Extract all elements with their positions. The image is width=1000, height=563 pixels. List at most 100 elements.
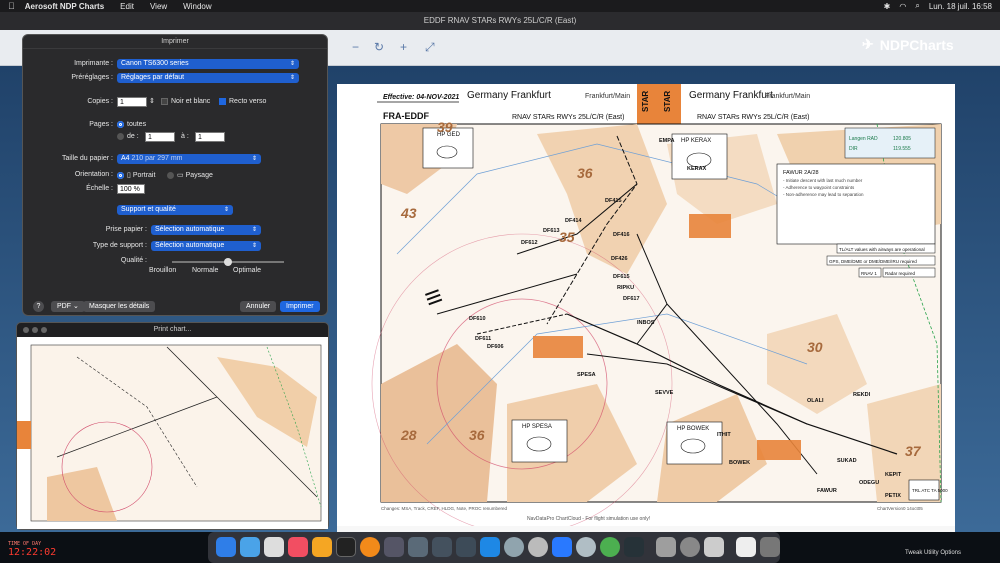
approach-chart: Effective: 04-NOV-2021 Germany Frankfurt… xyxy=(337,84,955,535)
noir-blanc-checkbox[interactable] xyxy=(161,98,168,105)
fix-label: DF416 xyxy=(613,232,630,238)
terminal-icon[interactable] xyxy=(336,537,356,557)
prise-label: Prise papier : xyxy=(105,226,147,233)
copies-field[interactable]: 1 xyxy=(117,97,147,107)
qualite-max: Optimale xyxy=(233,267,262,274)
minus-icon[interactable]: − xyxy=(352,40,359,54)
pages-to-field[interactable]: 1 xyxy=(195,132,225,142)
orange-app-icon[interactable] xyxy=(360,537,380,557)
fix-label: SEVVE xyxy=(655,390,674,396)
disk-icon[interactable] xyxy=(504,537,524,557)
instruments-icon[interactable] xyxy=(656,537,676,557)
chevron-updown-icon: ⇕ xyxy=(251,227,257,233)
prereglages-label: Préréglages : xyxy=(71,74,113,81)
photos-icon[interactable] xyxy=(264,537,284,557)
menu-view[interactable]: View xyxy=(150,2,167,11)
svg-text:- Adherence to waypoint constr: - Adherence to waypoint constraints xyxy=(783,185,855,190)
portrait-label: Portrait xyxy=(132,171,156,179)
hp-bowek: HP BOWEK xyxy=(677,426,709,432)
msa-number: 36 xyxy=(469,427,485,443)
sublime-icon[interactable] xyxy=(312,537,332,557)
freq-name-1: Langen RAD xyxy=(849,136,878,142)
safari-icon[interactable] xyxy=(240,537,260,557)
help-button[interactable]: ? xyxy=(33,301,44,312)
plane-app-icon-3[interactable] xyxy=(456,537,476,557)
globe-icon[interactable] xyxy=(528,537,548,557)
trash-icon[interactable] xyxy=(760,537,780,557)
imprimer-button[interactable]: Imprimer xyxy=(280,301,320,312)
prise-select[interactable]: Sélection automatique ⇕ xyxy=(151,225,261,235)
type-select[interactable]: Sélection automatique ⇕ xyxy=(151,241,261,251)
pages-from-field[interactable]: 1 xyxy=(145,132,175,142)
fit-icon[interactable]: ⤢ xyxy=(425,40,435,55)
pages-range-radio[interactable] xyxy=(117,133,124,140)
msa-number: 36 xyxy=(577,165,593,181)
echelle-field[interactable]: 100 % xyxy=(117,184,145,194)
target-icon[interactable] xyxy=(576,537,596,557)
plus-icon[interactable]: + xyxy=(400,40,407,54)
stepper-icon[interactable]: ⇕ xyxy=(149,97,155,105)
wifi-icon[interactable]: ◠ xyxy=(899,2,906,11)
note-rnav: RNAV 1 xyxy=(861,271,877,276)
paysage-radio[interactable] xyxy=(167,171,174,179)
rotate-icon[interactable]: ↻ xyxy=(374,40,384,54)
zoom-dot[interactable] xyxy=(41,327,47,333)
msa-number: 37 xyxy=(905,443,922,459)
freq-val-1: 120.805 xyxy=(893,136,911,142)
music-icon[interactable] xyxy=(288,537,308,557)
menu-window[interactable]: Window xyxy=(183,2,211,11)
prereglages-select[interactable]: Réglages par défaut ⇕ xyxy=(117,73,299,83)
copies-label: Copies : xyxy=(87,98,113,105)
apple-icon[interactable]:  xyxy=(8,1,15,11)
fix-label: ITHIT xyxy=(717,432,731,438)
plane-app-icon-2[interactable] xyxy=(432,537,452,557)
font-book-icon[interactable] xyxy=(704,537,724,557)
tweak-utility-options[interactable]: Tweak Utility Options xyxy=(905,550,961,556)
fix-label: OLALI xyxy=(807,398,824,404)
qualite-slider-knob[interactable] xyxy=(224,258,232,266)
pages-all-radio[interactable] xyxy=(117,121,124,128)
qualite-slider[interactable] xyxy=(172,258,284,266)
orientation-label: Orientation : xyxy=(74,171,113,178)
star-badge-2: STAR xyxy=(663,91,672,112)
pdf-button[interactable]: PDF ⌄ xyxy=(51,301,85,312)
system-prefs-icon[interactable] xyxy=(680,537,700,557)
taille-select[interactable]: A4 210 par 297 mm ⇕ xyxy=(117,154,261,164)
finder-icon[interactable] xyxy=(216,537,236,557)
chevron-updown-icon: ⇕ xyxy=(251,156,257,162)
pages-de-label: de : xyxy=(127,133,139,140)
chart-version: ChartVersion0 14oct05 xyxy=(877,506,923,511)
monitor-icon[interactable] xyxy=(624,537,644,557)
close-dot[interactable] xyxy=(23,327,29,333)
menubar-clock[interactable]: Lun. 18 juil. 16:58 xyxy=(929,2,992,11)
window-title: EDDF RNAV STARs RWYs 25L/C/R (East) xyxy=(0,12,1000,30)
freq-val-2: 119.555 xyxy=(893,146,911,152)
plane-app-icon[interactable] xyxy=(408,537,428,557)
recto-verso-checkbox[interactable] xyxy=(219,98,226,105)
bluetooth-icon[interactable]: ✱ xyxy=(884,2,891,11)
maps-icon[interactable] xyxy=(600,537,620,557)
fix-label: SPESA xyxy=(577,372,596,378)
search-icon[interactable]: ⌕ xyxy=(915,1,919,11)
fix-label: PETIX xyxy=(885,493,901,499)
note-radar: Radar required xyxy=(885,271,916,276)
app-icon-8[interactable] xyxy=(384,537,404,557)
support-qualite-select[interactable]: Support et qualité ⇕ xyxy=(117,205,233,215)
chevron-updown-icon: ⇕ xyxy=(223,207,229,213)
imprimante-select[interactable]: Canon TS6300 series ⇕ xyxy=(117,59,299,69)
menu-app[interactable]: Aerosoft NDP Charts xyxy=(25,2,104,11)
xplane-icon[interactable] xyxy=(480,537,500,557)
document-icon[interactable] xyxy=(736,537,756,557)
portrait-radio[interactable] xyxy=(117,171,124,179)
annuler-button[interactable]: Annuler xyxy=(240,301,277,312)
note-fawur: FAWUR 2A/28 xyxy=(783,170,819,176)
chevron-updown-icon: ⇕ xyxy=(251,243,257,249)
ndp-charts-icon[interactable] xyxy=(552,537,572,557)
chevron-updown-icon: ⇕ xyxy=(289,75,295,81)
fix-label: RIPKU xyxy=(617,285,634,291)
brand-logo: ✈ NDPCharts xyxy=(862,36,954,53)
masquer-details-button[interactable]: Masquer les détails xyxy=(83,301,156,312)
pages-a-label: à : xyxy=(181,133,189,140)
menu-edit[interactable]: Edit xyxy=(120,2,134,11)
minimize-dot[interactable] xyxy=(32,327,38,333)
